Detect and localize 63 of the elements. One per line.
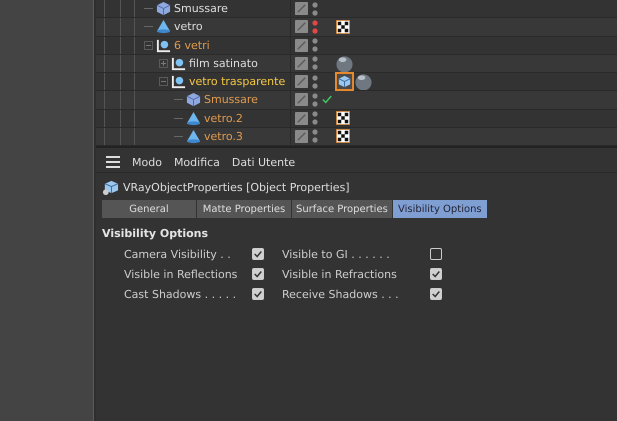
checker-tag-icon[interactable] (336, 111, 350, 126)
object-name[interactable]: vetro.2 (204, 112, 243, 125)
visibility-dots-icon[interactable] (312, 92, 318, 108)
object-name[interactable]: vetro trasparente (189, 75, 286, 88)
tab[interactable]: Surface Properties (292, 200, 392, 218)
cube-icon (156, 1, 171, 16)
object-name[interactable]: Smussare (174, 2, 228, 16)
expand-toggle[interactable] (159, 58, 168, 68)
menu-item[interactable]: Modo (132, 156, 162, 168)
checkbox[interactable] (430, 248, 442, 260)
checker-tag-icon[interactable] (336, 20, 350, 34)
null-object-icon (171, 56, 186, 71)
pen-icon[interactable] (295, 2, 308, 16)
menu-item[interactable]: Dati Utente (232, 156, 296, 168)
menu-item[interactable]: Modifica (174, 156, 220, 168)
tab[interactable]: General (102, 200, 196, 218)
object-title: VRayObjectProperties [Object Properties] (123, 180, 350, 194)
tab[interactable]: Matte Properties (197, 200, 291, 218)
visibility-dots-icon[interactable] (312, 110, 318, 126)
tab[interactable]: Visibility Options (392, 200, 487, 218)
object-name[interactable]: vetro (174, 20, 203, 34)
pen-icon[interactable] (295, 112, 308, 125)
object-properties-icon (102, 178, 119, 196)
checkbox[interactable] (252, 288, 264, 300)
option-label: Visible to GI . . . . . . (282, 248, 390, 260)
collapse-toggle[interactable] (144, 40, 153, 50)
checkbox[interactable] (430, 288, 442, 300)
option-label: Visible in Reflections (124, 268, 238, 280)
object-name[interactable]: Smussare (204, 93, 258, 106)
option-label: Receive Shadows . . . (282, 288, 399, 300)
visibility-dots-icon[interactable] (312, 128, 318, 144)
visibility-dots-icon[interactable] (312, 37, 318, 54)
option-label: Camera Visibility . . (124, 248, 231, 260)
object-name[interactable]: film satinato (189, 56, 258, 70)
checkbox[interactable] (252, 268, 264, 280)
cone-icon (186, 110, 201, 126)
option-label: Cast Shadows . . . . . (124, 288, 236, 300)
null-object-icon (156, 38, 171, 53)
visibility-dots-icon[interactable] (312, 55, 318, 72)
pen-icon[interactable] (295, 130, 308, 143)
pen-icon[interactable] (295, 38, 308, 52)
checker-tag-icon[interactable] (336, 129, 350, 144)
collapse-toggle[interactable] (159, 77, 168, 86)
pen-icon[interactable] (295, 56, 308, 70)
pen-icon[interactable] (295, 20, 308, 34)
pen-icon[interactable] (295, 93, 308, 106)
menu-icon[interactable] (106, 156, 120, 168)
object-name[interactable]: vetro.3 (204, 130, 243, 143)
cube-icon (186, 92, 201, 108)
cone-icon (156, 19, 171, 34)
visibility-dots-icon[interactable] (312, 74, 318, 90)
checkmark-icon[interactable] (322, 94, 332, 106)
cone-icon (186, 128, 201, 144)
section-heading: Visibility Options (102, 227, 210, 240)
object-name[interactable]: 6 vetri (174, 38, 210, 52)
visibility-dots-icon[interactable] (312, 18, 318, 35)
pen-icon[interactable] (295, 75, 308, 88)
option-label: Visible in Refractions (282, 268, 397, 280)
null-object-icon (171, 74, 186, 90)
visibility-dots-icon[interactable] (312, 0, 318, 17)
checkbox[interactable] (252, 248, 264, 260)
checkbox[interactable] (430, 268, 442, 280)
object-properties-tag-icon[interactable] (336, 73, 353, 90)
